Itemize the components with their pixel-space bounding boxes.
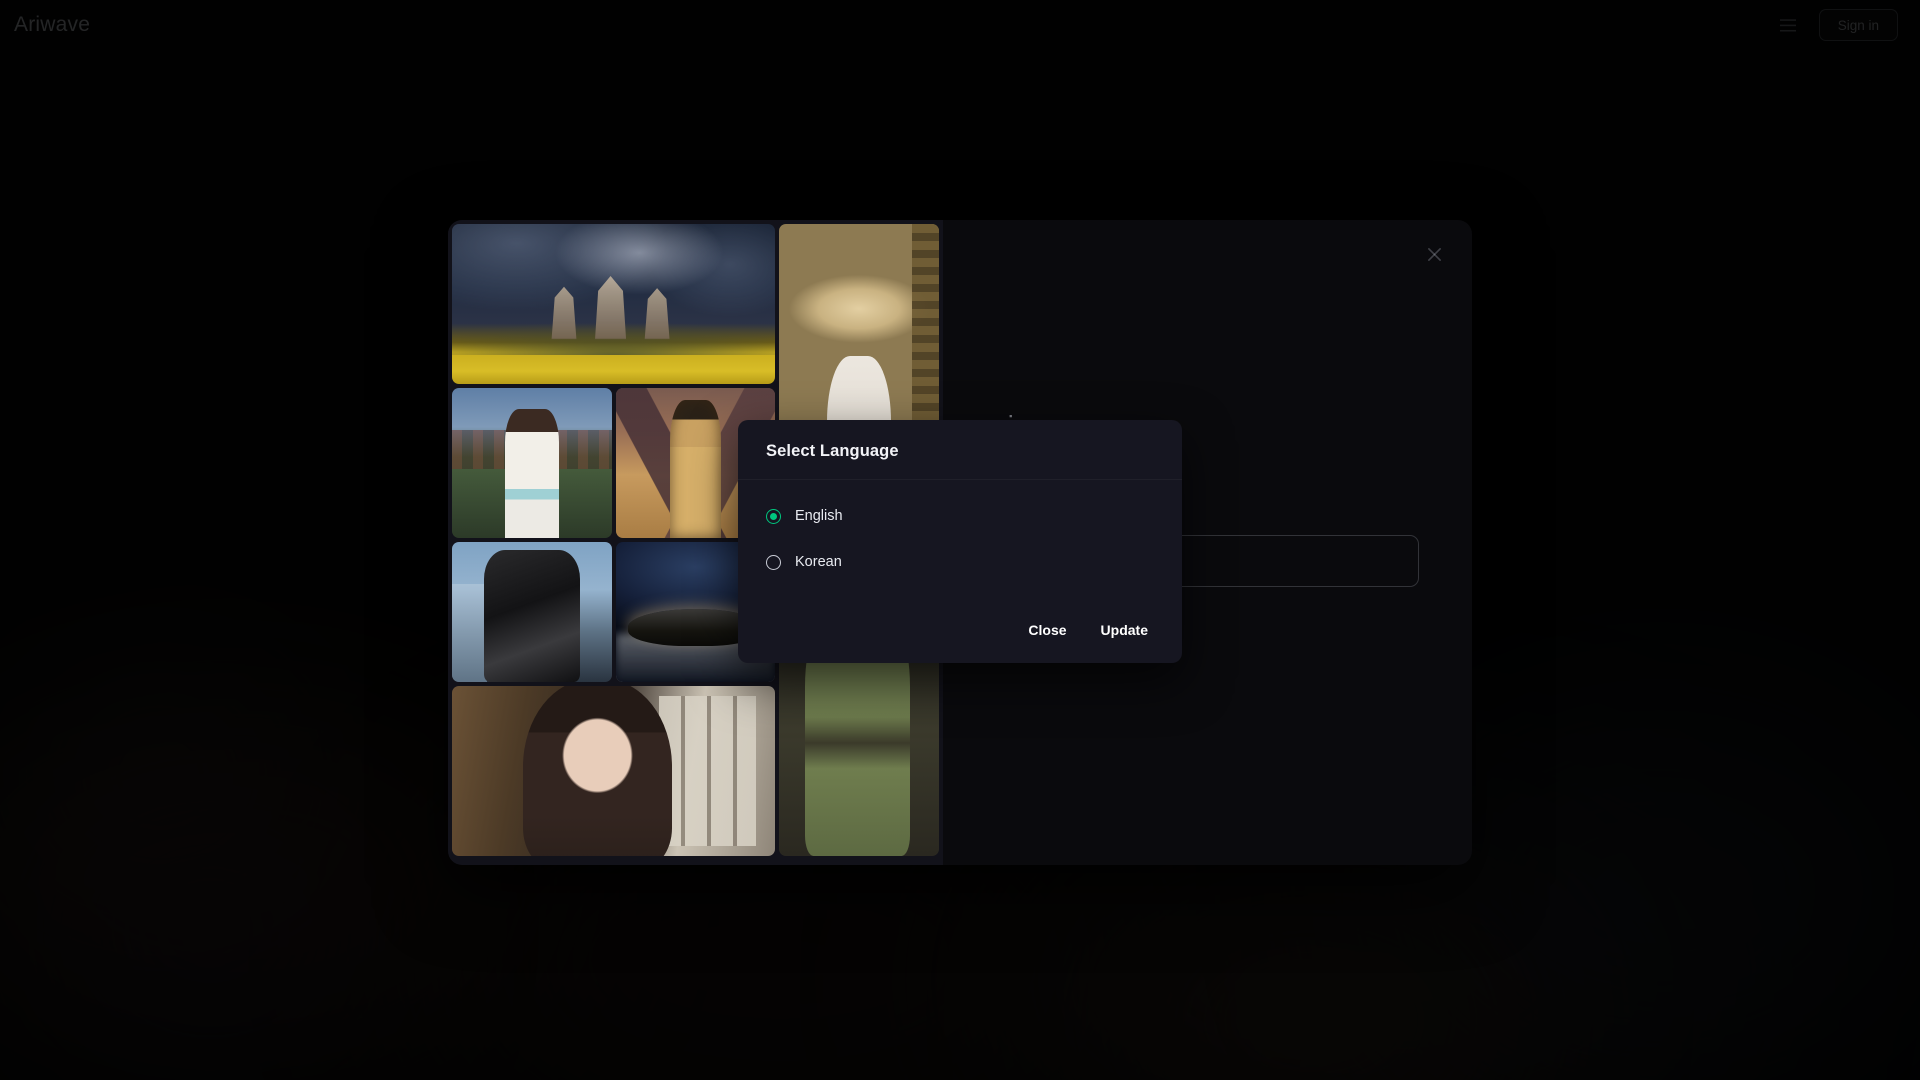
brand-logo[interactable]: Ariwave <box>14 13 90 37</box>
radio-unselected-icon[interactable] <box>766 555 781 570</box>
gallery-tile-portrait-by-window[interactable] <box>452 686 775 856</box>
close-icon[interactable] <box>1418 238 1450 270</box>
language-option-korean[interactable]: Korean <box>766 548 1154 576</box>
top-navigation-bar: Ariwave Sign in <box>0 0 1920 50</box>
radio-selected-icon[interactable] <box>766 509 781 524</box>
dialog-title: Select Language <box>766 442 1154 461</box>
language-option-english[interactable]: English <box>766 502 1154 530</box>
select-language-dialog: Select Language English Korean Close Upd… <box>738 420 1182 663</box>
gallery-tile-woman-in-hanbok[interactable] <box>452 388 612 538</box>
portrait-by-window-image <box>452 686 775 856</box>
man-in-leather-jacket-image <box>452 542 612 682</box>
gallery-tile-man-in-leather-jacket[interactable] <box>452 542 612 682</box>
language-option-korean-label: Korean <box>795 554 842 570</box>
dialog-header: Select Language <box>738 420 1182 480</box>
dialog-footer: Close Update <box>738 607 1182 663</box>
update-button[interactable]: Update <box>1091 614 1158 646</box>
hamburger-icon[interactable] <box>1771 10 1805 40</box>
close-button[interactable]: Close <box>1018 614 1076 646</box>
language-option-english-label: English <box>795 508 843 524</box>
gallery-tile-castle-in-moonlit-field[interactable] <box>452 224 775 384</box>
nav-right-group: Sign in <box>1771 9 1898 41</box>
castle-in-moonlit-field-image <box>452 224 775 384</box>
woman-in-hanbok-image <box>452 388 612 538</box>
language-radio-group: English Korean <box>738 480 1182 607</box>
sign-in-button[interactable]: Sign in <box>1819 9 1898 41</box>
